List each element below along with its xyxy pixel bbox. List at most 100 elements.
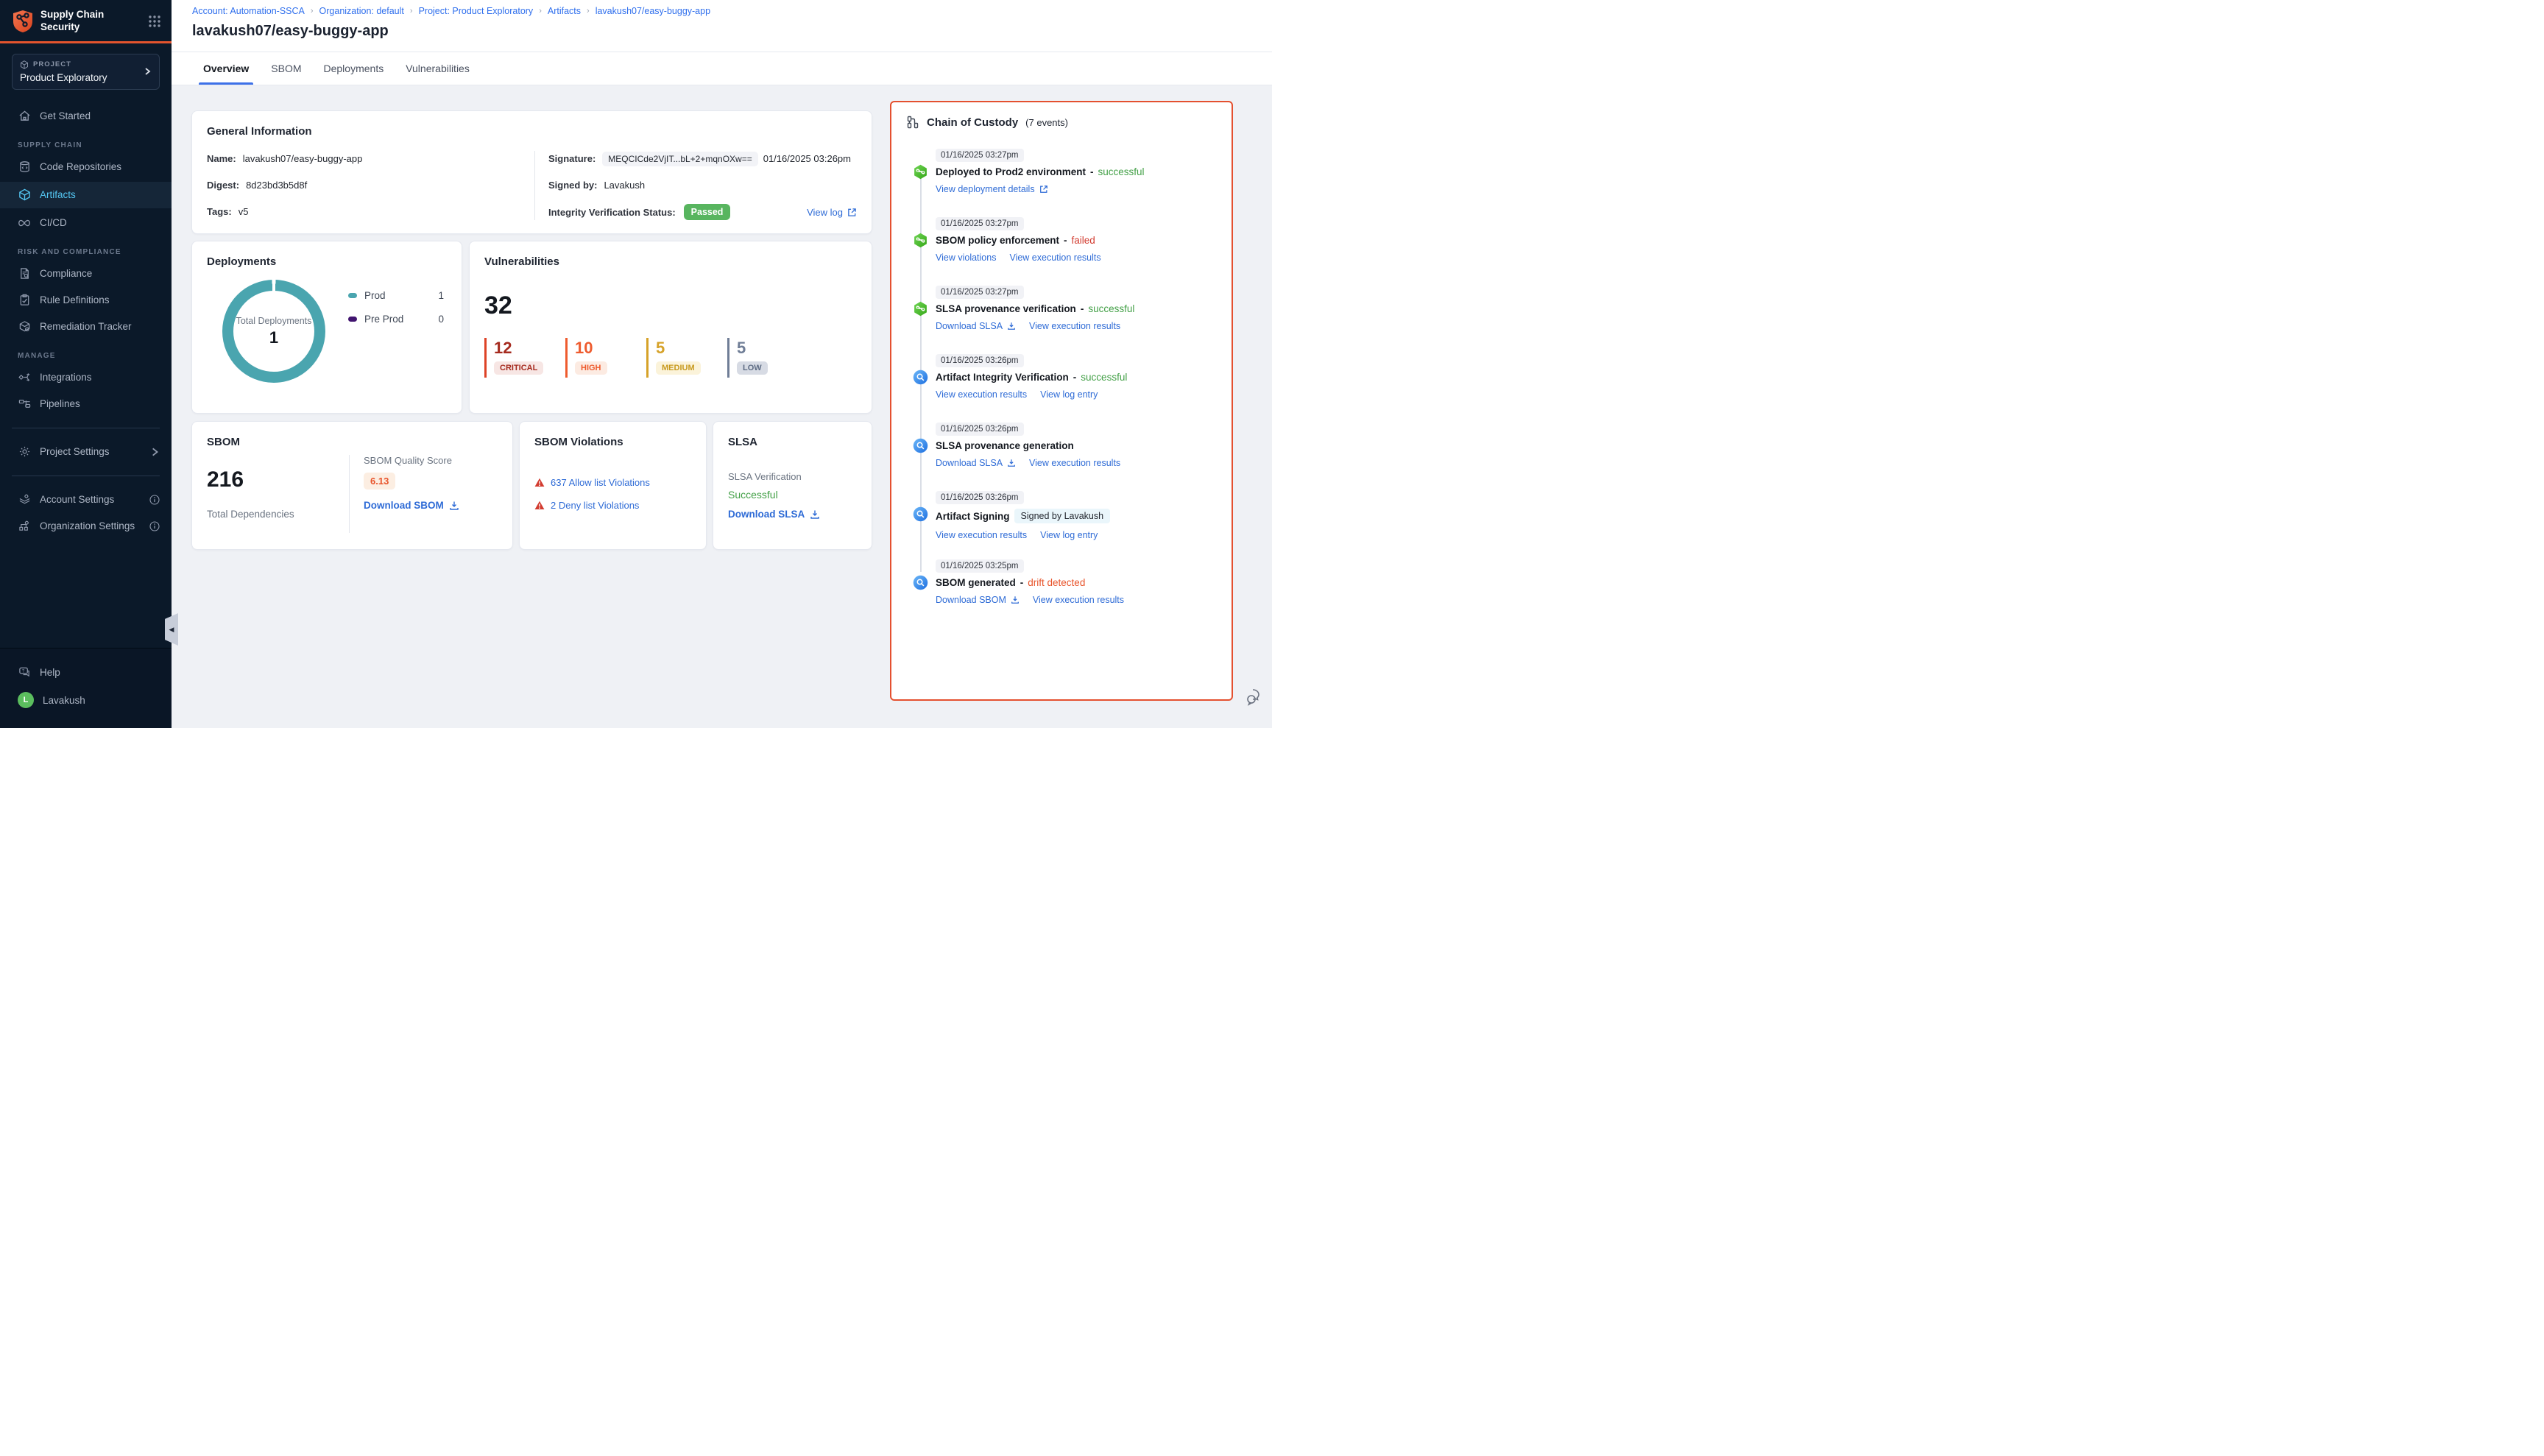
download-slsa-link[interactable]: Download SLSA [936, 458, 1016, 468]
event-status: successful [1088, 303, 1134, 314]
cube-icon [20, 60, 29, 69]
project-selector[interactable]: PROJECT Product Exploratory [12, 54, 160, 90]
event-title: SBOM policy enforcement [936, 235, 1059, 246]
deployments-legend: Prod 1 Pre Prod 0 [348, 290, 444, 337]
link-label: View execution results [1009, 252, 1100, 263]
sidebar-item-project-settings[interactable]: Project Settings [0, 439, 172, 465]
repository-icon [18, 160, 31, 174]
sidebar-item-cicd[interactable]: CI/CD [0, 210, 172, 236]
sidebar-item-organization-settings[interactable]: Organization Settings [0, 513, 172, 540]
sidebar-item-compliance[interactable]: Compliance [0, 261, 172, 287]
support-chat-icon[interactable] [1246, 687, 1265, 706]
view-execution-results-link[interactable]: View execution results [1029, 321, 1120, 331]
tab-bar: Overview SBOM Deployments Vulnerabilitie… [172, 52, 1272, 85]
breadcrumb: Account: Automation-SSCA › Organization:… [192, 6, 1272, 16]
download-slsa-link[interactable]: Download SLSA [936, 321, 1016, 331]
sidebar-item-get-started[interactable]: Get Started [0, 103, 172, 130]
view-log-entry-link[interactable]: View log entry [1040, 389, 1098, 400]
donut-center-value: 1 [269, 328, 278, 347]
name-value: lavakush07/easy-buggy-app [243, 153, 363, 164]
general-information-card: General Information Name:lavakush07/easy… [191, 110, 872, 234]
tab-sbom[interactable]: SBOM [271, 52, 301, 85]
user-menu[interactable]: L Lavakush [0, 685, 172, 715]
sidebar-item-help[interactable]: ? Help [0, 659, 172, 685]
breadcrumb-organization[interactable]: Organization: default [319, 6, 404, 16]
tab-vulnerabilities[interactable]: Vulnerabilities [406, 52, 470, 85]
slsa-link-badge-icon [913, 301, 928, 317]
deploy-link-badge-icon [913, 164, 928, 180]
remediation-box-icon [18, 320, 31, 333]
link-label: View log entry [1040, 389, 1098, 400]
scan-badge-icon [913, 575, 928, 590]
artifact-cube-icon [18, 188, 31, 202]
sidebar-item-rule-definitions[interactable]: Rule Definitions [0, 287, 172, 314]
deny-list-violations-link[interactable]: 2 Deny list Violations [534, 500, 691, 511]
view-violations-link[interactable]: View violations [936, 252, 996, 263]
events-count: (7 events) [1025, 117, 1068, 128]
allow-list-violations-link[interactable]: 637 Allow list Violations [534, 477, 691, 488]
pre-prod-dot-icon [348, 317, 357, 322]
warning-icon [534, 478, 545, 487]
external-link-icon [1039, 185, 1048, 194]
download-sbom-link[interactable]: Download SBOM [936, 595, 1020, 605]
view-log-link[interactable]: View log [807, 207, 857, 218]
page-title: lavakush07/easy-buggy-app [192, 23, 1272, 40]
view-deployment-details-link[interactable]: View deployment details [936, 184, 1048, 194]
org-chart-gear-icon [18, 520, 31, 533]
digest-label: Digest: [207, 180, 239, 191]
home-icon [18, 110, 31, 123]
view-execution-results-link[interactable]: View execution results [1009, 252, 1100, 263]
legend-item-pre-prod: Pre Prod 0 [348, 314, 444, 325]
tab-deployments[interactable]: Deployments [324, 52, 384, 85]
digest-value: 8d23bd3b5d8f [246, 180, 307, 191]
card-title: General Information [207, 125, 857, 138]
sidebar: Supply Chain Security PROJECT Product Ex… [0, 0, 172, 728]
download-sbom-link[interactable]: Download SBOM [364, 500, 459, 511]
event-status: successful [1098, 166, 1145, 177]
chevron-right-icon [143, 67, 152, 76]
breadcrumb-current[interactable]: lavakush07/easy-buggy-app [596, 6, 710, 16]
breadcrumb-artifacts[interactable]: Artifacts [548, 6, 581, 16]
slsa-verification-status: Successful [728, 489, 857, 501]
project-label: PROJECT [33, 60, 71, 68]
dash: - [1081, 303, 1084, 314]
view-log-entry-link[interactable]: View log entry [1040, 530, 1098, 540]
sidebar-item-code-repositories[interactable]: Code Repositories [0, 154, 172, 180]
link-label: Download SBOM [936, 595, 1006, 605]
signed-by-label: Signed by: [548, 180, 597, 191]
severity-count: 5 [656, 339, 710, 357]
hierarchy-icon [906, 116, 919, 129]
sidebar-section-supply-chain: SUPPLY CHAIN [0, 130, 172, 154]
supply-chain-security-logo-icon [12, 10, 34, 33]
event-timestamp: 01/16/2025 03:26pm [936, 491, 1024, 504]
signature-value[interactable]: MEQCICde2VjIT...bL+2+mqnOXw== [602, 152, 757, 166]
sidebar-item-label: Code Repositories [40, 161, 121, 172]
breadcrumb-account[interactable]: Account: Automation-SSCA [192, 6, 305, 16]
link-label: View violations [936, 252, 996, 263]
sidebar-item-label: Help [40, 667, 60, 678]
donut-center-label: Total Deployments [236, 315, 312, 328]
custody-event: 01/16/2025 03:26pm Artifact Integrity Ve… [913, 353, 1218, 406]
event-status: drift detected [1028, 577, 1085, 588]
deployments-donut-chart: Total Deployments 1 [222, 280, 325, 383]
tab-overview[interactable]: Overview [203, 52, 249, 85]
sidebar-item-label: Project Settings [40, 446, 110, 457]
sidebar-item-integrations[interactable]: Integrations [0, 364, 172, 391]
sidebar-item-pipelines[interactable]: Pipelines [0, 391, 172, 417]
sidebar-item-artifacts[interactable]: Artifacts [0, 182, 172, 208]
breadcrumb-project[interactable]: Project: Product Exploratory [419, 6, 534, 16]
view-execution-results-link[interactable]: View execution results [936, 389, 1027, 400]
view-execution-results-link[interactable]: View execution results [1029, 458, 1120, 468]
custody-event: 01/16/2025 03:27pm Deployed to Prod2 env… [913, 148, 1218, 201]
view-execution-results-link[interactable]: View execution results [936, 530, 1027, 540]
download-sbom-label: Download SBOM [364, 500, 444, 511]
download-icon [449, 501, 459, 511]
download-slsa-link[interactable]: Download SLSA [728, 509, 857, 520]
sidebar-item-remediation-tracker[interactable]: Remediation Tracker [0, 314, 172, 340]
view-execution-results-link[interactable]: View execution results [1033, 595, 1124, 605]
vertical-divider [534, 151, 535, 220]
legend-item-prod: Prod 1 [348, 290, 444, 301]
project-name: Product Exploratory [20, 72, 152, 83]
app-grid-icon[interactable] [148, 15, 161, 28]
sidebar-item-account-settings[interactable]: Account Settings [0, 487, 172, 513]
